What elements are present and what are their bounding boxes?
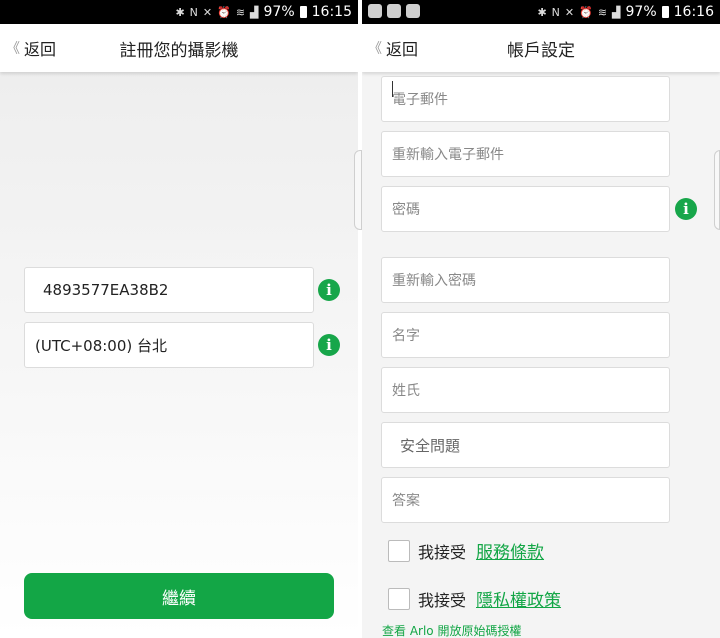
security-question-select[interactable]: 安全問題 [381,422,670,468]
timezone-select[interactable]: (UTC+08:00) 台北 [24,322,314,368]
accept-label: 我接受 [418,590,467,610]
nfc-icon: N [189,5,198,19]
battery-icon [299,6,307,18]
terms-of-service-link[interactable]: 服務條款 [476,538,544,563]
register-camera-screen: ✱ N ✕ ⏰ ≋ ▟ 97% 16:15 《 返回 註冊您的攝影機 48935… [0,0,358,638]
first-name-placeholder: 名字 [392,328,420,344]
info-icon[interactable]: i [318,279,340,301]
back-button[interactable]: 《 返回 [6,36,56,60]
security-question-label: 安全問題 [400,436,461,455]
app-notification-icon [368,4,382,18]
email-confirm-field[interactable]: 重新輸入電子郵件 [381,131,670,177]
nfc-icon: N [551,5,560,19]
wifi-icon: ≋ [235,5,246,19]
password-confirm-field[interactable]: 重新輸入密碼 [381,257,670,303]
terms-row: 我接受 服務條款 [388,538,544,563]
status-time: 16:15 [311,4,352,20]
last-name-placeholder: 姓氏 [392,383,420,399]
bluetooth-icon: ✱ [537,5,547,19]
status-time: 16:16 [673,4,714,20]
account-settings-screen: ✱ N ✕ ⏰ ≋ ▟ 97% 16:16 《 返回 帳戶設定 電子郵件 重新輸… [362,0,720,638]
notification-app-icons [368,4,420,18]
privacy-policy-link[interactable]: 隱私權政策 [476,586,561,611]
back-button[interactable]: 《 返回 [368,36,418,60]
info-icon[interactable]: i [318,334,340,356]
first-name-field[interactable]: 名字 [381,312,670,358]
back-chevron-icon: 《 [6,41,20,57]
bluetooth-icon: ✱ [175,5,185,19]
password-confirm-placeholder: 重新輸入密碼 [392,273,476,289]
answer-field[interactable]: 答案 [381,477,670,523]
nav-bar: 《 返回 帳戶設定 [362,24,720,72]
terms-checkbox[interactable] [388,539,410,562]
serial-number-value: 4893577EA38B2 [43,281,169,299]
back-chevron-icon: 《 [368,41,382,57]
signal-icon: ▟ [612,5,621,19]
open-source-license-link[interactable]: 查看 Arlo 開放原始碼授權 [382,622,521,638]
back-label: 返回 [24,40,57,59]
app-notification-icon [387,4,401,18]
signal-icon: ▟ [250,5,259,19]
mute-icon: ✕ [202,5,213,19]
app-notification-icon [406,4,420,18]
privacy-checkbox[interactable] [388,587,410,610]
status-bar: ✱ N ✕ ⏰ ≋ ▟ 97% 16:15 [0,0,358,24]
back-label: 返回 [386,40,419,59]
accept-label: 我接受 [418,542,467,562]
email-field[interactable]: 電子郵件 [381,76,670,122]
page-title: 註冊您的攝影機 [119,40,239,61]
edge-panel-handle[interactable] [714,150,720,230]
password-placeholder: 密碼 [392,202,420,218]
status-bar: ✱ N ✕ ⏰ ≋ ▟ 97% 16:16 [362,0,720,24]
alarm-icon: ⏰ [217,5,231,19]
answer-placeholder: 答案 [392,493,420,509]
privacy-row: 我接受 隱私權政策 [388,586,561,611]
battery-percent: 97% [625,4,657,20]
last-name-field[interactable]: 姓氏 [381,367,670,413]
nav-bar: 《 返回 註冊您的攝影機 [0,24,358,72]
battery-icon [661,6,669,18]
page-title: 帳戶設定 [507,40,575,61]
email-confirm-placeholder: 重新輸入電子郵件 [392,147,504,163]
battery-percent: 97% [263,4,295,20]
edge-panel-handle[interactable] [354,150,362,230]
password-field[interactable]: 密碼 [381,186,670,232]
serial-number-input[interactable]: 4893577EA38B2 [24,267,314,313]
alarm-icon: ⏰ [579,5,593,19]
info-icon[interactable]: i [675,198,697,220]
email-placeholder: 電子郵件 [392,92,448,108]
timezone-value: (UTC+08:00) 台北 [35,336,168,355]
text-cursor [392,81,393,97]
mute-icon: ✕ [564,5,575,19]
wifi-icon: ≋ [597,5,608,19]
continue-button[interactable]: 繼續 [24,573,334,619]
